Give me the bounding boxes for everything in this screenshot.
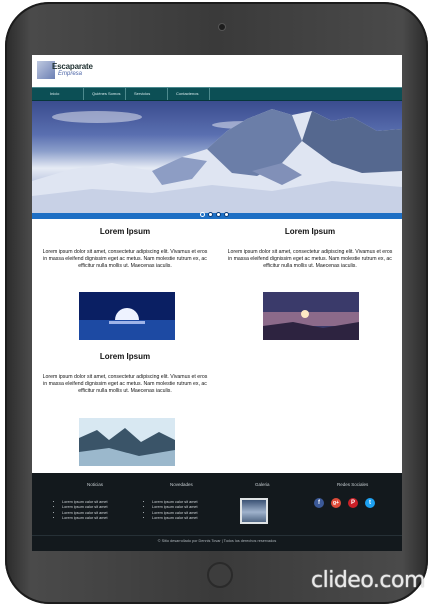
camera-icon <box>219 24 225 30</box>
slider-dot-4[interactable] <box>224 212 229 217</box>
section-2: Lorem Ipsum Lorem ipsum dolor sit amet, … <box>225 227 395 270</box>
google-plus-icon[interactable]: g+ <box>331 498 341 508</box>
website-screen: Escaparate Empresa Inicio Quiénes Somos … <box>32 55 402 551</box>
section-3: Lorem Ipsum Lorem ipsum dolor sit amet, … <box>40 352 210 395</box>
nav-item-quienes-somos[interactable]: Quiénes Somos <box>84 88 126 100</box>
section-2-text: Lorem ipsum dolor sit amet, consectetur … <box>227 249 393 269</box>
copyright-text: © Sitio desarrollado por Dennis Tovar | … <box>157 539 277 543</box>
footer-noticias-list: Lorem ipsum calor sit amet Lorem ipsum c… <box>54 500 108 522</box>
section-1-text: Lorem ipsum dolor sit amet, consectetur … <box>42 249 208 269</box>
logo-subtitle: Empresa <box>58 71 83 77</box>
list-item[interactable]: Lorem ipsum calor sit amet <box>62 516 108 521</box>
slider-dot-2[interactable] <box>208 212 213 217</box>
slider-dot-3[interactable] <box>216 212 221 217</box>
footer-redes-title: Redes Sociales <box>337 482 369 487</box>
list-item[interactable]: Lorem ipsum calor sit amet <box>152 516 198 521</box>
footer-novedades-list: Lorem ipsum calor sit amet Lorem ipsum c… <box>144 500 198 522</box>
site-footer: Noticias Novedades Galeria Redes Sociale… <box>32 473 402 551</box>
sunset-image <box>263 292 359 340</box>
section-3-text: Lorem ipsum dolor sit amet, consectetur … <box>42 374 208 394</box>
footer-galeria-title: Galeria <box>255 482 270 487</box>
footer-noticias-title: Noticias <box>87 482 104 487</box>
glacier-image <box>79 418 175 466</box>
twitter-icon[interactable]: t <box>365 498 375 508</box>
section-1-title: Lorem Ipsum <box>99 227 151 236</box>
section-1: Lorem Ipsum Lorem ipsum dolor sit amet, … <box>40 227 210 270</box>
nav-item-contactenos[interactable]: Contactenos <box>168 88 210 100</box>
slider-dot-1[interactable] <box>200 212 205 217</box>
footer-novedades-title: Novedades <box>170 482 193 487</box>
site-header: Escaparate Empresa <box>32 55 402 87</box>
main-nav: Inicio Quiénes Somos Servicios Contacten… <box>32 87 402 101</box>
pinterest-icon[interactable]: P <box>348 498 358 508</box>
hero-slider-image[interactable] <box>32 101 402 213</box>
section-2-title: Lorem Ipsum <box>284 227 336 236</box>
section-3-title: Lorem Ipsum <box>99 352 151 361</box>
footer-divider <box>32 535 402 536</box>
home-button[interactable] <box>207 562 233 588</box>
logo-title[interactable]: Escaparate <box>52 62 93 71</box>
nav-item-inicio[interactable]: Inicio <box>42 88 84 100</box>
facebook-icon[interactable]: f <box>314 498 324 508</box>
nav-item-servicios[interactable]: Servicios <box>126 88 168 100</box>
slider-dots <box>200 212 229 217</box>
slider-indicator-bar <box>32 212 402 219</box>
gallery-thumbnail[interactable] <box>240 498 268 524</box>
mountain-image <box>32 109 402 213</box>
watermark-text: clideo.com <box>311 568 425 593</box>
moon-image <box>79 292 175 340</box>
